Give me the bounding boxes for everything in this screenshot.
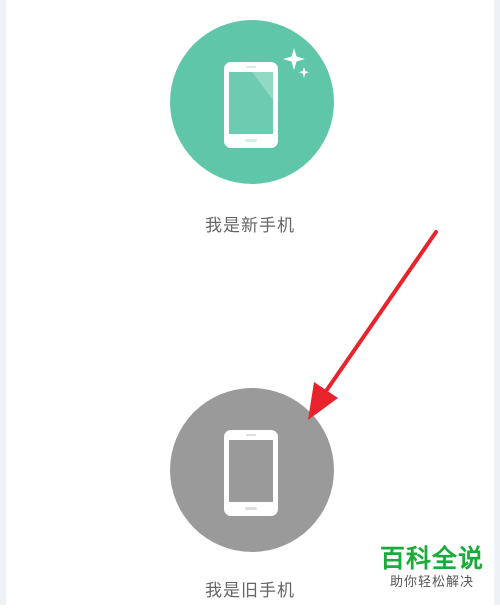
watermark-title: 百科全说 xyxy=(379,544,484,573)
red-arrow-icon xyxy=(308,230,438,420)
phone-icon xyxy=(224,430,278,516)
new-phone-option[interactable]: 我是新手机 xyxy=(0,20,500,240)
watermark: 百科全说 助你轻松解决 xyxy=(374,544,490,592)
phone-icon xyxy=(224,62,278,148)
sparkle-icon xyxy=(283,48,309,78)
new-phone-circle-button[interactable] xyxy=(170,20,334,184)
watermark-subtitle: 助你轻松解决 xyxy=(389,575,474,590)
